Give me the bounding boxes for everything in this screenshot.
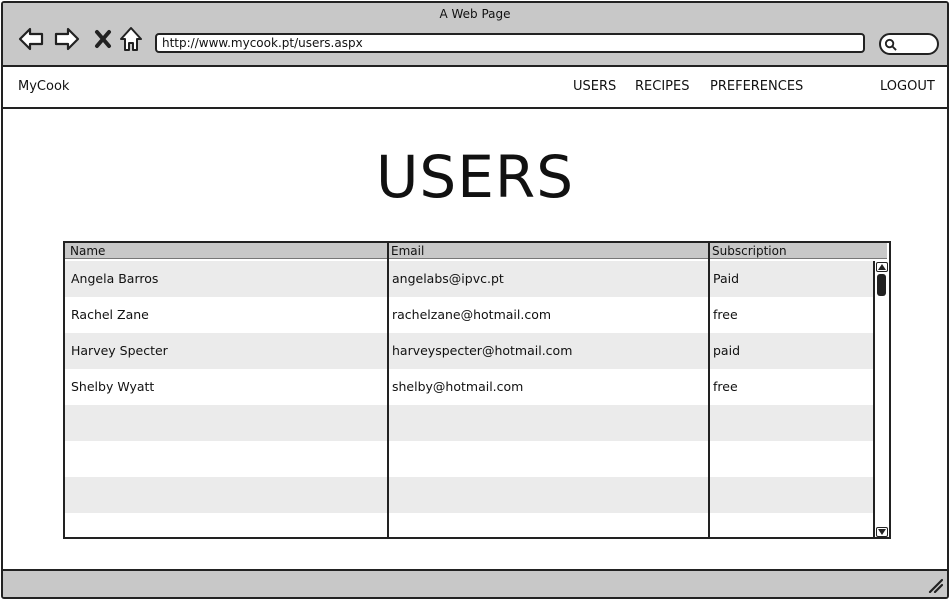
cell-name: Angela Barros bbox=[71, 271, 159, 286]
scroll-down-button[interactable] bbox=[876, 527, 888, 537]
close-x-icon bbox=[95, 30, 111, 48]
app-navbar: MyCook USERS RECIPES PREFERENCES LOGOUT bbox=[3, 67, 947, 109]
stop-button[interactable] bbox=[89, 25, 117, 53]
triangle-down-icon bbox=[878, 529, 886, 535]
column-divider bbox=[708, 243, 710, 537]
triangle-up-icon bbox=[878, 264, 886, 270]
cell-name: Rachel Zane bbox=[71, 307, 149, 322]
resize-grip-icon[interactable] bbox=[927, 577, 943, 593]
window-title: A Web Page bbox=[439, 7, 511, 21]
empty-table-row bbox=[65, 405, 873, 441]
column-header-name[interactable]: Name bbox=[66, 243, 105, 259]
scroll-up-button[interactable] bbox=[876, 262, 888, 272]
page-title: USERS bbox=[375, 143, 575, 211]
logout-link[interactable]: LOGOUT bbox=[880, 79, 935, 94]
home-icon bbox=[120, 27, 142, 51]
forward-button[interactable] bbox=[53, 25, 81, 53]
cell-email: angelabs@ipvc.pt bbox=[392, 271, 504, 286]
address-bar[interactable]: http://www.mycook.pt/users.aspx bbox=[155, 33, 865, 53]
table-header: Name Email Subscription bbox=[65, 243, 887, 259]
home-button[interactable] bbox=[117, 25, 145, 53]
search-icon bbox=[884, 38, 897, 51]
status-bar bbox=[3, 569, 947, 597]
cell-email: shelby@hotmail.com bbox=[392, 379, 524, 394]
cell-name: Shelby Wyatt bbox=[71, 379, 155, 394]
cell-email: harveyspecter@hotmail.com bbox=[392, 343, 573, 358]
cell-subscription: free bbox=[713, 307, 738, 322]
empty-table-row bbox=[65, 513, 873, 537]
table-row[interactable]: Harvey Specter harveyspecter@hotmail.com… bbox=[65, 333, 873, 369]
cell-subscription: Paid bbox=[713, 271, 740, 286]
forward-arrow-icon bbox=[54, 27, 80, 51]
scroll-thumb[interactable] bbox=[877, 274, 886, 296]
nav-link-preferences[interactable]: PREFERENCES bbox=[710, 79, 803, 94]
nav-link-recipes[interactable]: RECIPES bbox=[635, 79, 689, 94]
empty-table-row bbox=[65, 477, 873, 513]
column-divider bbox=[387, 243, 389, 537]
back-arrow-icon bbox=[18, 27, 44, 51]
table-row[interactable]: Angela Barros angelabs@ipvc.pt Paid bbox=[65, 261, 873, 297]
cell-subscription: free bbox=[713, 379, 738, 394]
cell-email: rachelzane@hotmail.com bbox=[392, 307, 552, 322]
brand-logo[interactable]: MyCook bbox=[18, 79, 69, 94]
table-row[interactable]: Shelby Wyatt shelby@hotmail.com free bbox=[65, 369, 873, 405]
table-row[interactable]: Rachel Zane rachelzane@hotmail.com free bbox=[65, 297, 873, 333]
users-table: Name Email Subscription Angela Barros an… bbox=[63, 241, 891, 539]
browser-window: A Web Page http://www.mycook.pt/users.as… bbox=[1, 1, 949, 599]
browser-search-field[interactable] bbox=[879, 33, 939, 55]
nav-link-users[interactable]: USERS bbox=[573, 79, 616, 94]
cell-name: Harvey Specter bbox=[71, 343, 168, 358]
column-header-email[interactable]: Email bbox=[387, 243, 424, 259]
table-scrollbar[interactable] bbox=[873, 261, 889, 537]
empty-table-row bbox=[65, 441, 873, 477]
browser-chrome: A Web Page http://www.mycook.pt/users.as… bbox=[3, 3, 947, 67]
cell-subscription: paid bbox=[713, 343, 741, 358]
back-button[interactable] bbox=[17, 25, 45, 53]
column-header-subscription[interactable]: Subscription bbox=[708, 243, 787, 259]
